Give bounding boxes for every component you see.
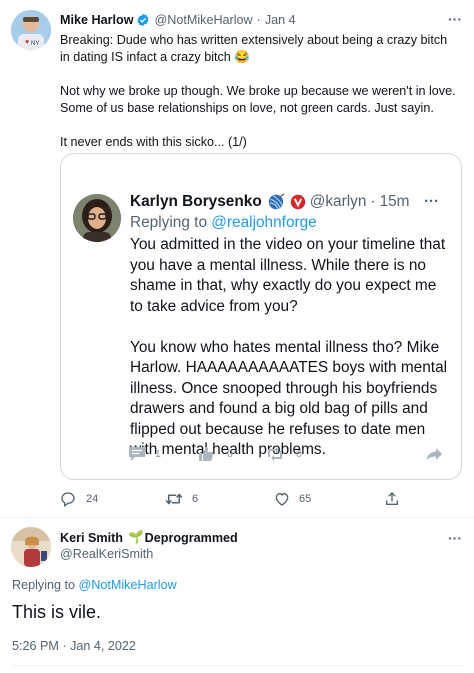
author-name[interactable]: Mike Harlow — [60, 13, 133, 27]
like-count: 65 — [299, 493, 312, 505]
karlyn-avatar[interactable] — [73, 194, 121, 242]
quoted-reply-action[interactable]: 1 — [128, 446, 161, 462]
quoted-tweet-time[interactable]: 15m — [380, 193, 410, 211]
reply-timestamp[interactable]: 5:26 PM · Jan 4, 2022 — [12, 639, 136, 653]
heart-icon — [274, 491, 290, 507]
retweet-count: 6 — [192, 493, 199, 505]
retweet-icon — [165, 491, 183, 507]
more-options-icon[interactable]: ··· — [448, 530, 462, 546]
quoted-like-action[interactable]: 0 — [198, 446, 233, 462]
reply-count: 24 — [86, 493, 99, 505]
quoted-tweet-text: You admitted in the video on your timeli… — [130, 236, 448, 458]
reply-icon — [60, 491, 76, 507]
divider — [12, 665, 462, 666]
tweet-text: Breaking: Dude who has written extensive… — [60, 33, 456, 149]
quoted-author-handle[interactable]: @karlyn — [310, 193, 367, 211]
more-options-icon[interactable]: ··· — [424, 193, 439, 210]
quoted-like-count: 0 — [227, 448, 233, 460]
svg-text:NY: NY — [31, 41, 39, 47]
quoted-retweet-count: 0 — [296, 448, 302, 460]
thumbs-up-icon — [198, 446, 214, 462]
share-icon[interactable] — [384, 491, 400, 507]
reply-author-handle[interactable]: @RealKeriSmith — [60, 547, 153, 561]
quoted-author-name[interactable]: Karlyn Borysenko — [130, 193, 262, 211]
author-handle[interactable]: @NotMikeHarlow — [154, 13, 252, 27]
tweet-date[interactable]: Jan 4 — [265, 13, 296, 27]
seedling-icon: 🌱 — [127, 530, 144, 544]
reply-action[interactable]: 24 — [60, 491, 98, 507]
author-tag: Deprogrammed — [144, 530, 238, 545]
reply-author-name[interactable]: Keri Smith — [60, 531, 123, 545]
replying-to-label: Replying to — [12, 578, 76, 592]
more-options-icon[interactable]: ··· — [448, 11, 462, 27]
share-arrow-icon[interactable] — [426, 447, 443, 461]
keri-smith-avatar[interactable] — [11, 527, 51, 567]
quoted-retweet-action[interactable]: 0 — [266, 446, 302, 462]
verified-badge-icon — [136, 13, 150, 27]
replying-to-link[interactable]: @realjohnforge — [211, 214, 316, 231]
quoted-reply-count: 1 — [155, 448, 161, 460]
mike-harlow-avatar[interactable]: ♥ NY — [11, 10, 51, 50]
divider — [0, 517, 474, 518]
dot-separator: · — [256, 13, 261, 27]
comment-icon — [128, 446, 146, 462]
svg-text:♥: ♥ — [25, 39, 29, 46]
dot-separator: · — [370, 193, 376, 210]
reply-text: This is vile. — [12, 602, 102, 622]
retweet-action[interactable]: 6 — [165, 491, 198, 507]
v-badge-icon — [290, 194, 306, 210]
like-action[interactable]: 65 — [274, 491, 311, 507]
replying-to-link[interactable]: @NotMikeHarlow — [79, 578, 177, 592]
yarn-ball-icon — [267, 193, 285, 211]
retweet-icon — [266, 446, 284, 462]
replying-to-label: Replying to — [130, 214, 207, 231]
